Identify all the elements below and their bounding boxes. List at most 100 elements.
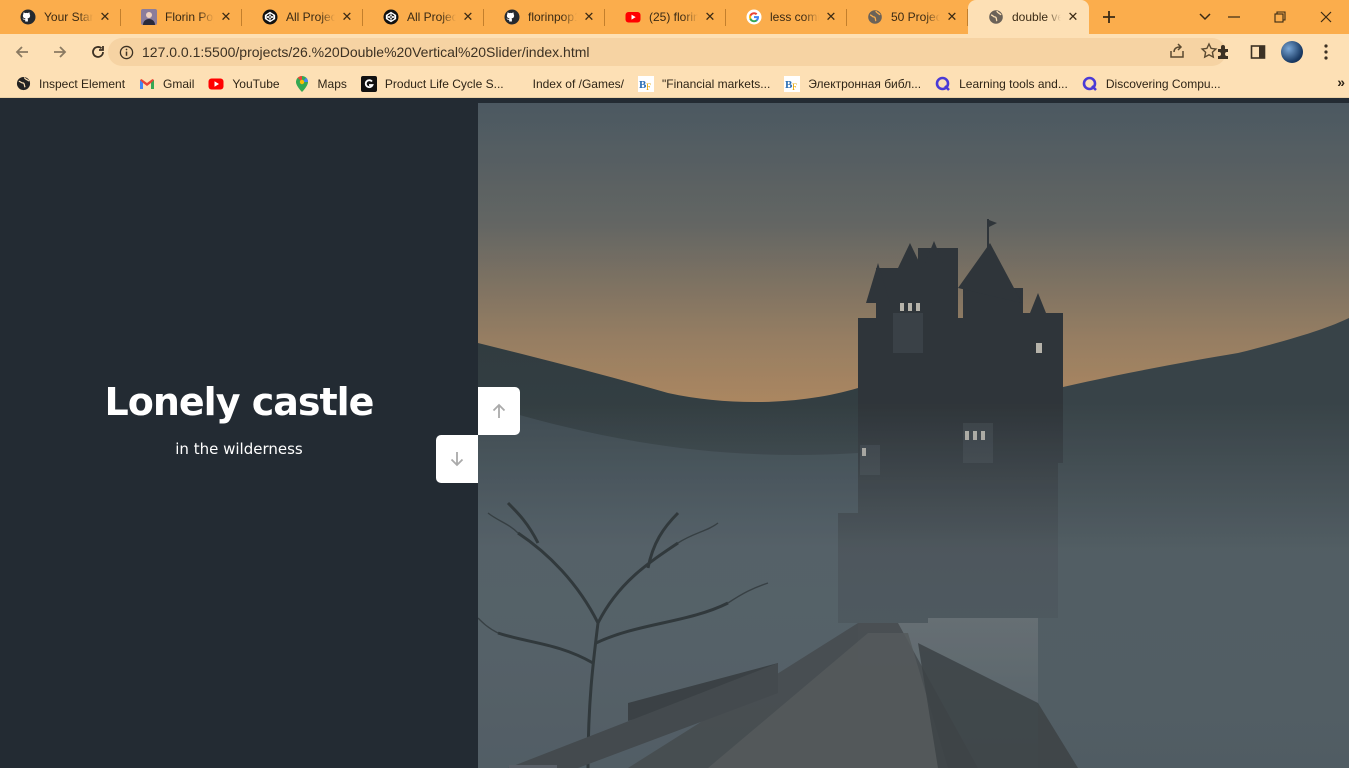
tab-title: All Projects	[286, 10, 335, 24]
bookmark-label: Gmail	[163, 76, 195, 91]
bookmark-youtube[interactable]: YouTube	[201, 72, 286, 96]
bookmark-label: Электронная библ...	[808, 76, 922, 91]
close-icon[interactable]: ✕	[339, 9, 355, 25]
forward-button[interactable]	[44, 36, 76, 68]
minimize-button[interactable]	[1211, 0, 1257, 34]
extensions-puzzle-icon[interactable]	[1213, 38, 1235, 66]
bookmark-inspect-element[interactable]: Inspect Element	[8, 72, 132, 96]
tab-your-stars[interactable]: Your Stars ✕	[0, 0, 121, 34]
bookmark-learning-tools[interactable]: Learning tools and...	[928, 72, 1075, 96]
address-bar[interactable]: 127.0.0.1:5500/projects/26.%20Double%20V…	[108, 38, 1226, 66]
tab-title: (25) florin	[649, 10, 698, 24]
gmail-icon	[139, 76, 155, 92]
arrow-left-icon	[15, 46, 28, 58]
arrow-right-icon	[54, 46, 67, 58]
svg-text:F: F	[792, 82, 797, 92]
side-panel-icon[interactable]	[1247, 38, 1269, 66]
minimize-icon	[1228, 16, 1240, 18]
close-icon[interactable]: ✕	[97, 9, 113, 25]
globe-icon	[988, 9, 1004, 25]
restore-button[interactable]	[1257, 0, 1303, 34]
codepen-icon	[262, 9, 278, 25]
close-icon[interactable]: ✕	[581, 9, 597, 25]
bookmark-label: Index of /Games/	[532, 76, 624, 91]
bookmark-label: Learning tools and...	[959, 76, 1068, 91]
tab-title: florinpop17	[528, 10, 577, 24]
tab-strip: Your Stars ✕ Florin Pop ✕ All Projects ✕…	[0, 0, 1349, 34]
tab-all-projects[interactable]: All Projects ✕	[242, 0, 363, 34]
tab-title: Your Stars	[44, 10, 93, 24]
down-button[interactable]	[436, 435, 478, 483]
restore-icon	[1274, 11, 1286, 23]
tab-title: less comm	[770, 10, 819, 24]
tab-double-vertical[interactable]: double vert ✕	[968, 0, 1089, 34]
url-text: 127.0.0.1:5500/projects/26.%20Double%20V…	[142, 44, 590, 60]
arrow-down-icon	[450, 452, 464, 467]
new-tab-button[interactable]	[1089, 0, 1129, 34]
close-icon[interactable]: ✕	[1065, 9, 1081, 25]
close-icon[interactable]: ✕	[702, 9, 718, 25]
profile-avatar-icon	[141, 9, 157, 25]
up-button[interactable]	[478, 387, 520, 435]
close-icon	[1320, 11, 1332, 23]
tab-50-projects[interactable]: 50 Projects ✕	[847, 0, 968, 34]
bookmark-discovering-computers[interactable]: Discovering Compu...	[1075, 72, 1228, 96]
left-slide: Lonely castle in the wilderness	[0, 103, 478, 768]
bookmark-index-of-games[interactable]: Index of /Games/	[511, 72, 631, 96]
youtube-icon	[625, 9, 641, 25]
globe-icon	[867, 9, 883, 25]
close-icon[interactable]: ✕	[823, 9, 839, 25]
castle-landscape-image	[478, 103, 1349, 768]
tab-title: 50 Projects	[891, 10, 940, 24]
tab-title: All Projects	[407, 10, 456, 24]
bookmark-label: Maps	[317, 76, 347, 91]
profile-avatar[interactable]	[1281, 38, 1303, 66]
maps-pin-icon	[294, 75, 310, 92]
tab-florin-pop[interactable]: Florin Pop ✕	[121, 0, 242, 34]
bookmark-maps[interactable]: Maps	[287, 72, 354, 96]
toolbar-right	[1213, 38, 1337, 66]
close-icon[interactable]: ✕	[460, 9, 476, 25]
bookmark-product-life-cycle[interactable]: Product Life Cycle S...	[354, 72, 511, 96]
right-slide-image	[478, 103, 1349, 768]
bookmark-label: YouTube	[232, 76, 280, 91]
reload-icon	[92, 46, 104, 58]
q-icon	[1082, 76, 1098, 92]
slide-title: Lonely castle	[104, 379, 375, 424]
bookmark-gmail[interactable]: Gmail	[132, 72, 201, 96]
svg-text:F: F	[646, 82, 651, 92]
bookmarks-bar: Inspect Element Gmail YouTube Maps Produ…	[0, 70, 1349, 98]
bookmark-electronic-library[interactable]: BF Электронная библ...	[777, 72, 928, 96]
menu-kebab-icon[interactable]	[1315, 38, 1337, 66]
bookmark-label: Discovering Compu...	[1105, 76, 1221, 91]
youtube-icon	[208, 76, 224, 92]
g-square-icon	[360, 75, 377, 92]
arrow-up-icon	[492, 403, 506, 418]
browser-toolbar: 127.0.0.1:5500/projects/26.%20Double%20V…	[0, 34, 1349, 70]
github-icon	[504, 9, 520, 25]
tab-all-projects-2[interactable]: All Projects ✕	[363, 0, 484, 34]
tab-less-comm[interactable]: less comm ✕	[726, 0, 847, 34]
bf-icon: BF	[784, 75, 801, 92]
q-icon	[935, 76, 951, 92]
globe-dark-icon	[15, 76, 31, 92]
back-button[interactable]	[6, 36, 38, 68]
tab-title: double vert	[1012, 10, 1061, 24]
site-info-icon[interactable]	[118, 44, 134, 60]
close-icon[interactable]: ✕	[218, 9, 234, 25]
chevron-down-icon	[1199, 13, 1211, 21]
slide-subtitle: in the wilderness	[175, 439, 303, 458]
share-icon[interactable]	[1168, 42, 1186, 65]
window-controls	[1211, 0, 1349, 34]
avatar	[1281, 41, 1303, 63]
close-window-button[interactable]	[1303, 0, 1349, 34]
tab-florinpop17[interactable]: florinpop17 ✕	[484, 0, 605, 34]
close-icon[interactable]: ✕	[944, 9, 960, 25]
github-icon	[20, 9, 36, 25]
google-icon	[746, 9, 762, 25]
more-bookmarks-button[interactable]: »	[1337, 74, 1345, 90]
tab-youtube-florin[interactable]: (25) florin ✕	[605, 0, 726, 34]
tab-title: Florin Pop	[165, 10, 214, 24]
bookmark-financial-markets[interactable]: BF "Financial markets...	[631, 72, 777, 96]
bookmark-label: Inspect Element	[39, 76, 126, 91]
